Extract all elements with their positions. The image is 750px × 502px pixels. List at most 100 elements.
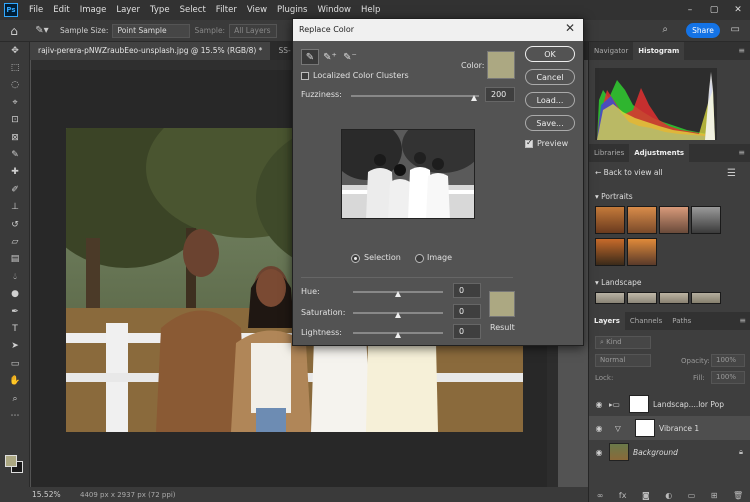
marquee-tool-icon[interactable]: ⬚ <box>0 59 30 76</box>
lasso-tool-icon[interactable]: ◌ <box>0 77 30 94</box>
preset-portrait-1[interactable] <box>595 206 625 234</box>
hue-field[interactable]: 0 <box>453 283 481 298</box>
preset-landscape-2[interactable] <box>627 292 657 304</box>
gradient-tool-icon[interactable]: ▤ <box>0 251 30 268</box>
pen-tool-icon[interactable]: ✒ <box>0 303 30 320</box>
frame-tool-icon[interactable]: ⊠ <box>0 129 30 146</box>
image-radio[interactable] <box>415 254 424 263</box>
preset-landscape-4[interactable] <box>691 292 721 304</box>
preset-portrait-3[interactable] <box>659 206 689 234</box>
ok-button[interactable]: OK <box>525 46 575 62</box>
fuzziness-slider-thumb[interactable] <box>471 95 477 101</box>
layer-name[interactable]: Landscap....lor Pop <box>653 400 724 409</box>
menu-edit[interactable]: Edit <box>48 5 74 15</box>
landscape-section-header[interactable]: ▾ Landscape <box>595 278 641 287</box>
saturation-slider-thumb[interactable] <box>395 312 401 318</box>
eyedropper-tool-preset-icon[interactable]: ✎▾ <box>28 25 56 36</box>
layer-kind-filter[interactable]: ⌕ Kind <box>595 336 651 349</box>
menu-file[interactable]: File <box>24 5 48 15</box>
more-tools-icon[interactable]: ⋯ <box>0 407 30 424</box>
group-icon[interactable]: ▭ <box>688 491 696 500</box>
home-icon[interactable]: ⌂ <box>0 24 28 38</box>
portraits-section-header[interactable]: ▾ Portraits <box>595 192 633 201</box>
tab-libraries[interactable]: Libraries <box>589 144 629 162</box>
add-to-sample-icon[interactable]: ✎⁺ <box>321 49 339 65</box>
selection-preview[interactable] <box>341 129 475 219</box>
blur-tool-icon[interactable]: 💧︎ <box>0 268 30 285</box>
eyedropper-tool-icon[interactable]: ✎ <box>0 146 30 163</box>
brush-tool-icon[interactable]: ✐ <box>0 181 30 198</box>
saturation-field[interactable]: 0 <box>453 304 481 319</box>
tab-histogram[interactable]: Histogram <box>633 42 685 60</box>
localized-clusters-checkbox[interactable] <box>301 72 309 80</box>
tab-active-document[interactable]: rajiv-perera-pNWZraubEeo-unsplash.jpg @ … <box>30 42 271 60</box>
preset-landscape-3[interactable] <box>659 292 689 304</box>
zoom-tool-icon[interactable]: ⌕ <box>0 390 30 407</box>
preset-portrait-6[interactable] <box>627 238 657 266</box>
healing-brush-tool-icon[interactable]: ✚ <box>0 164 30 181</box>
tab-channels[interactable]: Channels <box>625 312 667 330</box>
menu-filter[interactable]: Filter <box>211 5 242 15</box>
tab-paths[interactable]: Paths <box>667 312 696 330</box>
quick-select-tool-icon[interactable]: ⌖ <box>0 94 30 111</box>
fx-icon[interactable]: fx <box>619 491 627 500</box>
zoom-level[interactable]: 15.52% <box>0 490 61 499</box>
close-window-button[interactable]: ✕ <box>726 0 750 20</box>
menu-image[interactable]: Image <box>75 5 112 15</box>
dodge-tool-icon[interactable]: ● <box>0 285 30 302</box>
crop-tool-icon[interactable]: ⊡ <box>0 112 30 129</box>
layer-name[interactable]: Background <box>633 448 678 457</box>
load-button[interactable]: Load... <box>525 92 575 108</box>
menu-plugins[interactable]: Plugins <box>272 5 312 15</box>
panel-menu-icon[interactable]: ≡ <box>739 316 746 325</box>
target-color-swatch[interactable] <box>487 51 515 79</box>
panel-menu-icon[interactable]: ≡ <box>738 46 745 55</box>
type-tool-icon[interactable]: T <box>0 320 30 337</box>
clone-stamp-tool-icon[interactable]: ⊥ <box>0 199 30 216</box>
eyedropper-icon[interactable]: ✎ <box>301 49 319 65</box>
eraser-tool-icon[interactable]: ▱ <box>0 233 30 250</box>
tab-layers[interactable]: Layers <box>589 312 625 330</box>
shape-tool-icon[interactable]: ▭ <box>0 355 30 372</box>
preset-portrait-5[interactable] <box>595 238 625 266</box>
preset-landscape-1[interactable] <box>595 292 625 304</box>
layer-row[interactable]: ◉ ▸▭ Landscap....lor Pop <box>589 392 750 416</box>
mask-icon[interactable]: ◙ <box>642 491 650 500</box>
new-layer-icon[interactable]: ⊞ <box>711 491 718 500</box>
layer-row[interactable]: ◉ Background 🔒︎ <box>589 440 750 464</box>
delete-icon[interactable]: 🗑︎ <box>733 491 743 500</box>
history-brush-tool-icon[interactable]: ↺ <box>0 216 30 233</box>
tab-adjustments[interactable]: Adjustments <box>629 144 690 162</box>
panel-menu-icon[interactable]: ≡ <box>738 148 745 157</box>
hue-slider-thumb[interactable] <box>395 291 401 297</box>
menu-help[interactable]: Help <box>356 5 385 15</box>
selection-radio[interactable] <box>351 254 360 263</box>
hand-tool-icon[interactable]: ✋ <box>0 372 30 389</box>
menu-type[interactable]: Type <box>145 5 175 15</box>
adjustment-icon[interactable]: ◐ <box>665 491 672 500</box>
lightness-slider-thumb[interactable] <box>395 332 401 338</box>
menu-select[interactable]: Select <box>175 5 211 15</box>
subtract-from-sample-icon[interactable]: ✎⁻ <box>341 49 359 65</box>
result-color-swatch[interactable] <box>489 291 515 317</box>
share-button[interactable]: Share <box>686 23 720 38</box>
visibility-eye-icon[interactable]: ◉ <box>589 400 609 409</box>
save-button[interactable]: Save... <box>525 115 575 131</box>
visibility-eye-icon[interactable]: ◉ <box>589 448 609 457</box>
tab-navigator[interactable]: Navigator <box>589 42 633 60</box>
maximize-button[interactable]: ▢ <box>702 0 726 20</box>
fuzziness-field[interactable]: 200 <box>485 87 515 102</box>
workspace-icon[interactable]: ▭ <box>731 24 740 35</box>
menu-layer[interactable]: Layer <box>111 5 145 15</box>
cancel-button[interactable]: Cancel <box>525 69 575 85</box>
path-selection-tool-icon[interactable]: ➤ <box>0 338 30 355</box>
preset-portrait-2[interactable] <box>627 206 657 234</box>
foreground-color-swatch[interactable] <box>5 455 17 467</box>
lightness-field[interactable]: 0 <box>453 324 481 339</box>
link-icon[interactable]: ∞ <box>597 491 604 500</box>
menu-window[interactable]: Window <box>312 5 356 15</box>
search-icon[interactable]: ⌕ <box>662 24 668 35</box>
visibility-eye-icon[interactable]: ◉ <box>589 424 609 433</box>
fill-field[interactable]: 100% <box>711 371 745 384</box>
back-to-view-all-link[interactable]: ← Back to view all <box>595 168 663 177</box>
